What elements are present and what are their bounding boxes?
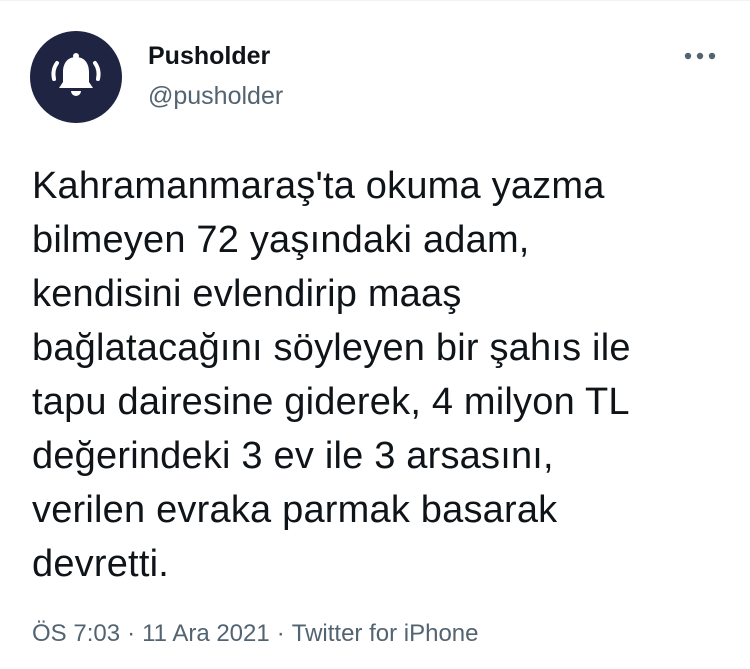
tweet-card: Pusholder @pusholder Kahramanmaraş'ta ok… <box>0 0 750 669</box>
meta-separator: · <box>127 620 136 647</box>
author-display-name[interactable]: Pusholder <box>148 39 283 73</box>
more-options-icon <box>684 52 716 60</box>
tweet-source-link[interactable]: Twitter for iPhone <box>292 620 479 647</box>
tweet-text: Kahramanmaraş'ta okuma yazma bilmeyen 72… <box>32 165 631 585</box>
avatar[interactable] <box>30 31 122 123</box>
tweet-date-link[interactable]: 11 Ara 2021 <box>142 620 270 647</box>
meta-separator: · <box>276 620 285 647</box>
author-handle[interactable]: @pusholder <box>148 78 283 114</box>
tweet-header: Pusholder @pusholder <box>30 31 720 123</box>
bell-icon <box>51 53 101 96</box>
tweet-meta: ÖS 7:03 · 11 Ara 2021 · Twitter for iPhone <box>32 618 478 650</box>
author-names: Pusholder @pusholder <box>148 39 283 114</box>
more-options-button[interactable] <box>680 41 720 71</box>
tweet-time-link[interactable]: ÖS 7:03 <box>32 620 120 647</box>
